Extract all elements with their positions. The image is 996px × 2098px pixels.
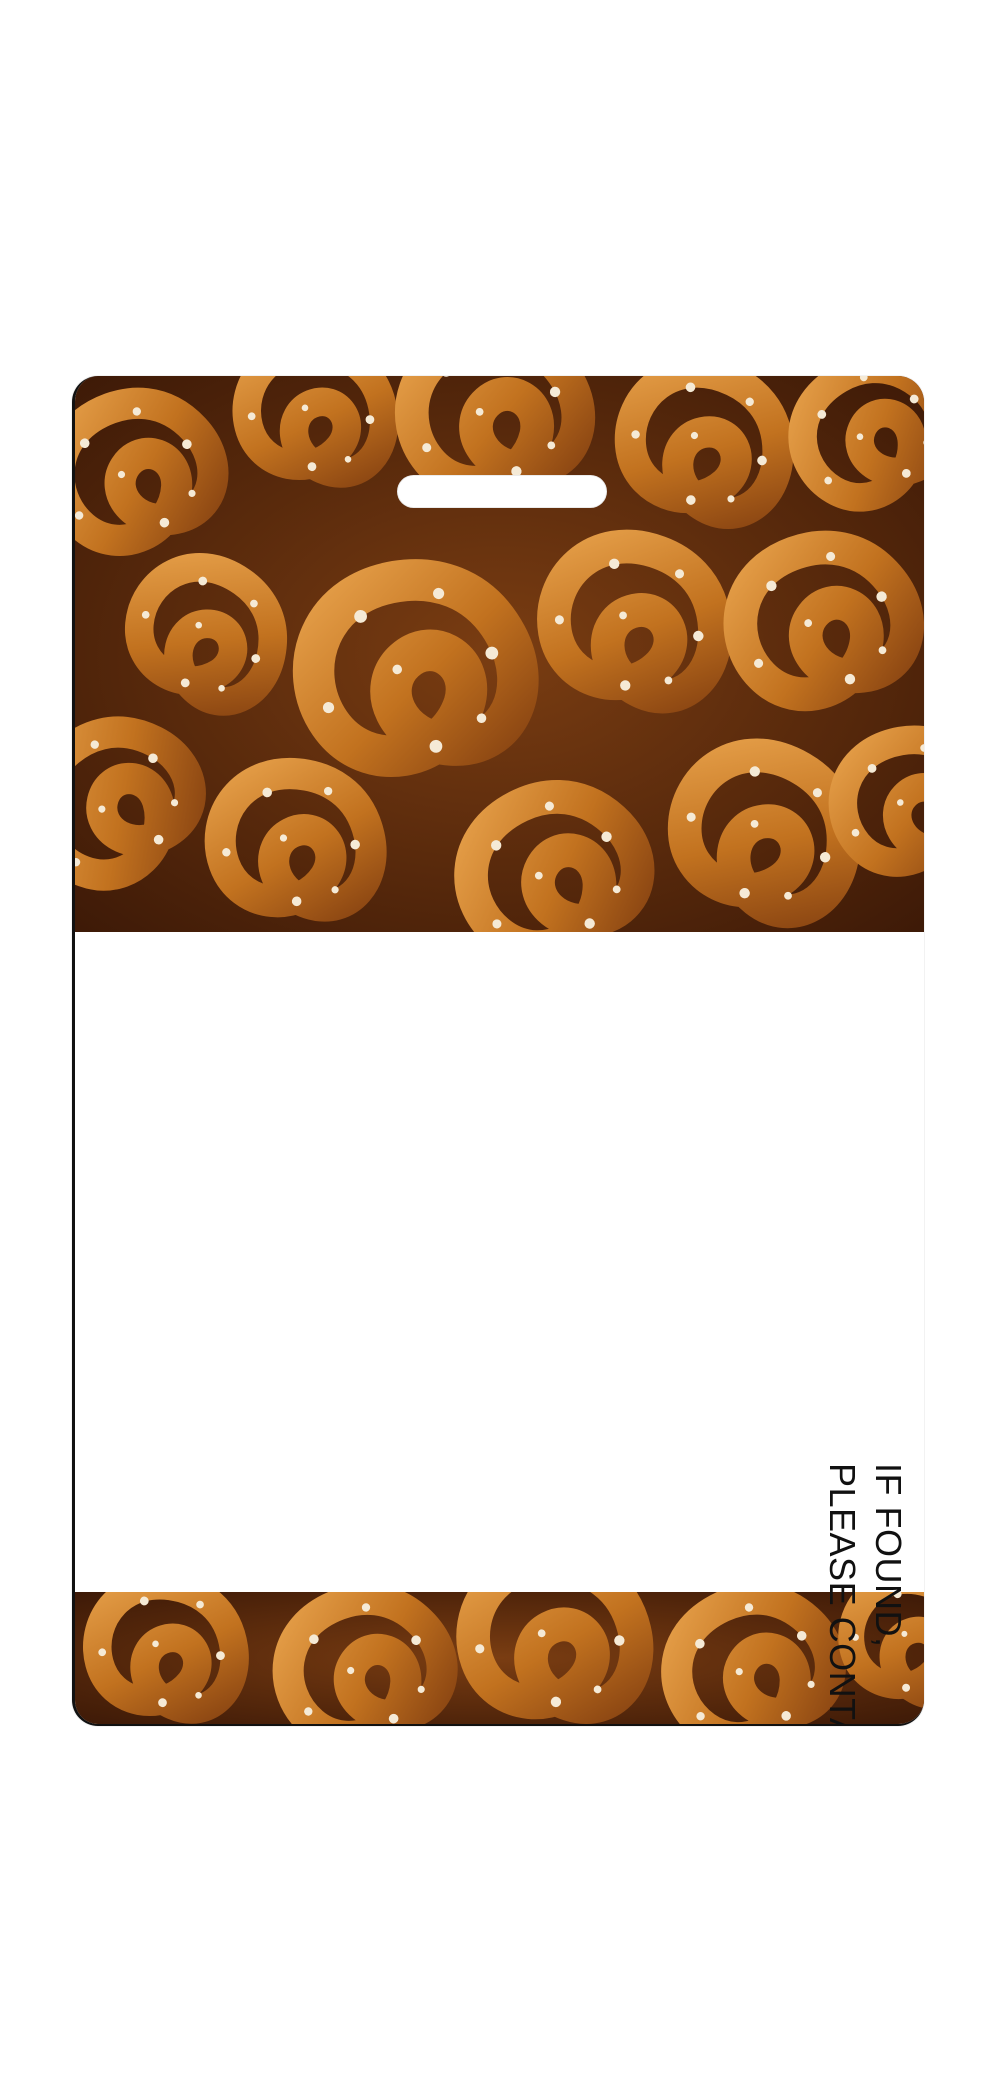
pretzel-pattern-bottom <box>75 1592 924 1724</box>
if-found-text: IF FOUND, PLEASE CONTACT: <box>819 1463 911 1726</box>
pretzel-photo-bottom <box>75 1592 924 1724</box>
contact-area <box>75 932 924 1594</box>
luggage-tag-card: IF FOUND, PLEASE CONTACT: <box>72 376 924 1726</box>
pretzel-pattern-top <box>75 376 924 932</box>
if-found-line: IF FOUND, <box>868 1463 909 1648</box>
strap-slot <box>397 475 607 508</box>
pretzel-photo-top <box>75 376 924 932</box>
please-contact-line: PLEASE CONTACT: <box>822 1463 863 1726</box>
